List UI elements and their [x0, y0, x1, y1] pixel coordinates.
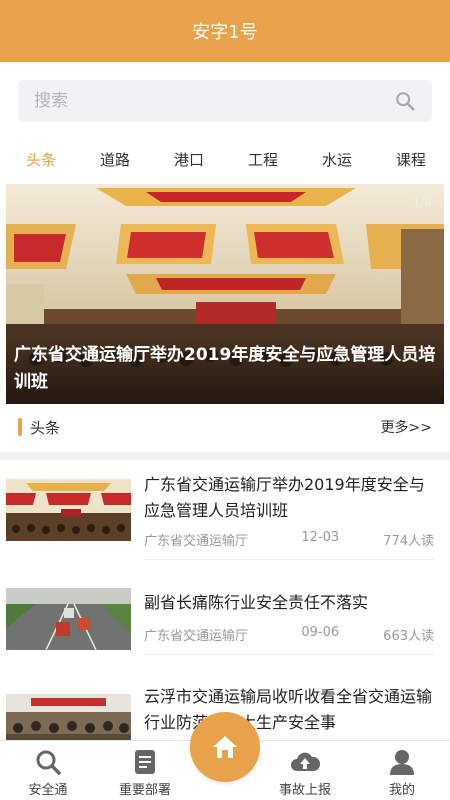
- banner-carousel[interactable]: 1/4 广东省交通运输厅举办2019年度安全与应急管理人员培训班: [6, 184, 444, 404]
- section-title-group: 头条: [18, 417, 60, 438]
- news-item[interactable]: 副省长痛陈行业安全责任不落实 广东省交通运输厅 09-06 663人读: [6, 588, 434, 676]
- nav-item-anquantong[interactable]: 安全通: [8, 749, 88, 798]
- section-header: 头条 更多>>: [18, 412, 432, 442]
- section-accent-bar: [18, 418, 22, 436]
- tab-headlines[interactable]: 头条: [26, 149, 56, 170]
- app-header: 安字1号: [0, 0, 450, 62]
- section-title: 头条: [30, 418, 61, 437]
- nav-label: 安全通: [28, 783, 68, 798]
- nav-label: 我的: [388, 783, 415, 798]
- tab-engineering[interactable]: 工程: [248, 149, 278, 170]
- nav-item-mine[interactable]: 我的: [362, 749, 442, 798]
- news-meta: 广东省交通运输厅 09-06 663人读: [144, 625, 434, 644]
- news-title[interactable]: 云浮市交通运输局收听收看全省交通运输行业防范重特大生产安全事: [144, 684, 434, 736]
- tab-waterway[interactable]: 水运: [322, 149, 352, 170]
- document-icon: [135, 750, 155, 774]
- home-button[interactable]: [190, 712, 260, 782]
- news-item[interactable]: 广东省交通运输厅举办2019年度安全与应急管理人员培训班 广东省交通运输厅 12…: [6, 472, 434, 563]
- search-input[interactable]: [34, 91, 394, 111]
- news-thumbnail: [6, 479, 131, 541]
- nav-label: 重要部署: [118, 783, 171, 798]
- nav-item-deployment[interactable]: 重要部署: [105, 749, 185, 798]
- tab-courses[interactable]: 课程: [396, 149, 426, 170]
- news-read-count: 774人读: [383, 534, 434, 549]
- carousel-counter: 1/4: [412, 196, 432, 210]
- news-source: 广东省交通运输厅: [144, 629, 249, 644]
- tab-roads[interactable]: 道路: [100, 149, 130, 170]
- news-thumbnail: [6, 588, 131, 650]
- news-separator: [144, 654, 434, 655]
- news-read-count: 663人读: [383, 629, 434, 644]
- more-link[interactable]: 更多>>: [381, 417, 432, 437]
- page-title: 安字1号: [192, 22, 258, 43]
- search-icon[interactable]: [394, 90, 416, 112]
- news-date: 12-03: [301, 530, 340, 545]
- nav-item-accident-report[interactable]: 事故上报: [265, 749, 345, 798]
- news-title[interactable]: 副省长痛陈行业安全责任不落实: [144, 590, 434, 616]
- news-date: 09-06: [301, 625, 340, 640]
- home-icon: [213, 736, 237, 758]
- section-divider: [0, 452, 450, 460]
- tab-ports[interactable]: 港口: [174, 149, 204, 170]
- news-separator: [144, 559, 434, 560]
- search-bar[interactable]: [18, 80, 432, 122]
- category-tabs: 头条 道路 港口 工程 水运 课程: [0, 140, 450, 178]
- user-icon: [390, 750, 414, 775]
- search-icon: [36, 750, 61, 775]
- cloud-upload-icon: [291, 752, 321, 771]
- banner-caption[interactable]: 广东省交通运输厅举办2019年度安全与应急管理人员培训班: [6, 336, 444, 404]
- news-meta: 广东省交通运输厅 12-03 774人读: [144, 530, 434, 549]
- news-title[interactable]: 广东省交通运输厅举办2019年度安全与应急管理人员培训班: [144, 472, 434, 524]
- nav-label: 事故上报: [278, 783, 331, 798]
- news-source: 广东省交通运输厅: [144, 534, 249, 549]
